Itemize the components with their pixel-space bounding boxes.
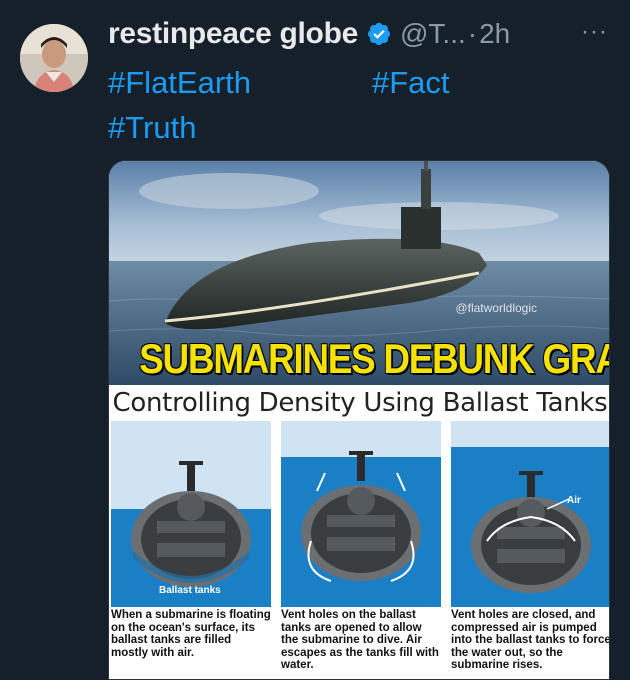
avatar[interactable] <box>20 24 88 92</box>
diagram-panel-rising: Air <box>451 421 609 607</box>
attached-image[interactable]: @flatworldlogic SUBMARINES DEBUNK GRAVIT… <box>108 160 610 680</box>
post-time[interactable]: 2h <box>479 18 510 50</box>
caption-diving: Vent holes on the ballast tanks are open… <box>281 609 439 671</box>
diagram-panel-floating: Ballast tanks <box>111 421 271 607</box>
ballast-tanks-label: Ballast tanks <box>159 585 221 596</box>
watermark: @flatworldlogic <box>455 301 537 315</box>
separator-dot: · <box>467 18 478 49</box>
author-handle[interactable]: @T... <box>400 18 466 50</box>
tweet[interactable]: restinpeace globe @T... · 2h ··· #FlatEa… <box>0 0 630 680</box>
tweet-header: restinpeace globe @T... · 2h <box>108 14 510 54</box>
hashtag-link[interactable]: #Fact <box>372 60 450 105</box>
caption-rising: Vent holes are closed, and compressed ai… <box>451 609 610 671</box>
verified-badge-icon[interactable] <box>366 21 392 47</box>
hashtag-link[interactable]: #FlatEarth <box>108 60 251 105</box>
diagram-panel-diving <box>281 421 441 607</box>
author-name[interactable]: restinpeace globe <box>108 17 358 51</box>
image-headline: SUBMARINES DEBUNK GRAVITY <box>139 335 609 382</box>
air-label: Air <box>567 495 581 506</box>
image-subtitle: Controlling Density Using Ballast Tanks <box>109 385 609 421</box>
caption-floating: When a submarine is floating on the ocea… <box>111 609 271 659</box>
hashtag-link[interactable]: #Truth <box>108 105 196 150</box>
more-options-icon[interactable]: ··· <box>581 18 608 46</box>
